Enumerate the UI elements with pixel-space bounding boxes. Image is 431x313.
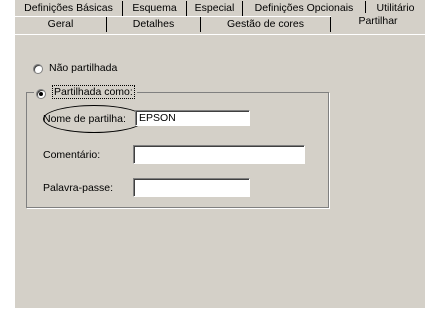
password-input[interactable] bbox=[133, 178, 250, 197]
tab-especial[interactable]: Especial bbox=[187, 1, 243, 16]
radio-selected-dot bbox=[39, 92, 43, 96]
tab-esquema[interactable]: Esquema bbox=[123, 1, 187, 16]
shared-as-radio[interactable] bbox=[36, 89, 46, 99]
tab-detalhes[interactable]: Detalhes bbox=[107, 17, 201, 32]
share-name-input[interactable] bbox=[135, 110, 250, 126]
password-label: Palavra-passe: bbox=[43, 182, 114, 194]
tab-geral[interactable]: Geral bbox=[15, 17, 107, 32]
tab-gestao-de-cores[interactable]: Gestão de cores bbox=[201, 17, 331, 32]
comment-label: Comentário: bbox=[43, 149, 101, 161]
comment-input[interactable] bbox=[133, 145, 305, 164]
tab-definicoes-basicas[interactable]: Definições Básicas bbox=[15, 1, 123, 16]
not-shared-radio[interactable] bbox=[33, 64, 43, 74]
tab-partilhar[interactable]: Partilhar bbox=[331, 13, 425, 32]
shared-as-legend: Partilhada como: bbox=[34, 85, 137, 100]
share-name-label: Nome de partilha: bbox=[43, 113, 126, 125]
printer-properties-dialog: Definições Básicas Esquema Especial Defi… bbox=[15, 0, 425, 308]
not-shared-label[interactable]: Não partilhada bbox=[49, 62, 117, 74]
shared-as-label[interactable]: Partilhada como: bbox=[52, 85, 135, 99]
